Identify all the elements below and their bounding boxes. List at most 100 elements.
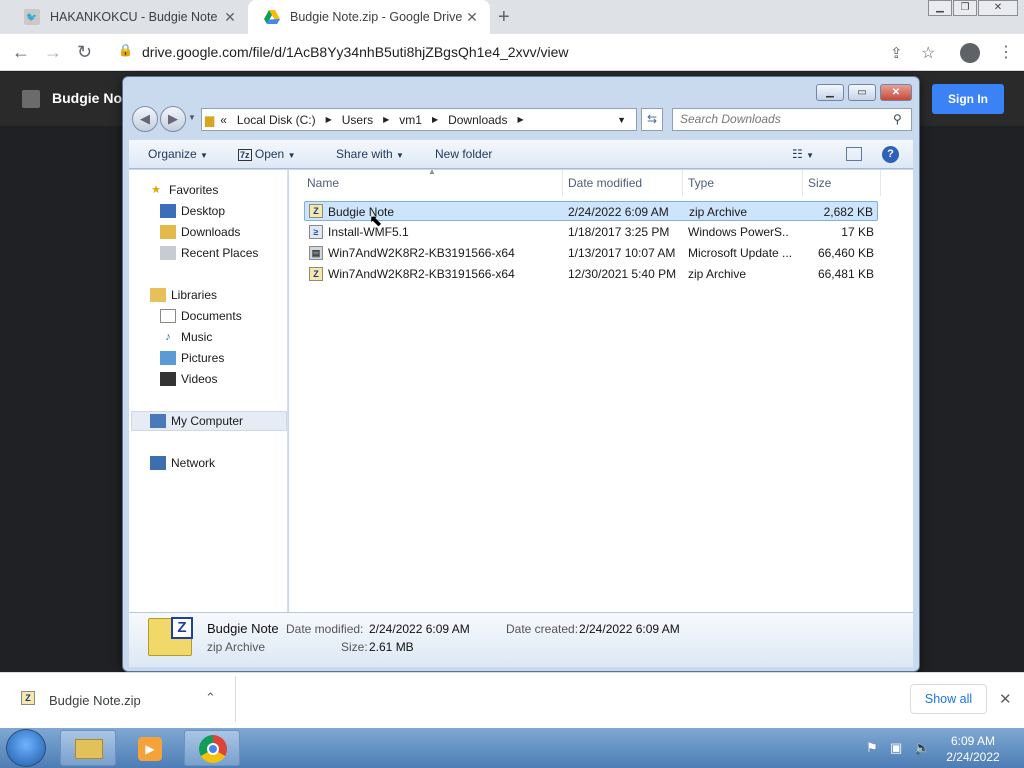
tab-google-drive[interactable]: Budgie Note.zip - Google Drive ✕ (248, 0, 490, 34)
nav-label: Downloads (181, 225, 241, 239)
address-bar[interactable]: drive.google.com/file/d/1AcB8Yy34nhB5uti… (142, 44, 568, 60)
dialog-close-button[interactable]: ✕ (880, 84, 912, 101)
breadcrumb-vm1[interactable]: vm1 (399, 113, 422, 127)
organize-button[interactable]: Organize ▼ (148, 147, 208, 161)
breadcrumb-downloads[interactable]: Downloads (448, 113, 507, 127)
7zip-icon: 7z (238, 149, 252, 161)
lock-icon[interactable]: 🔒 (118, 43, 133, 57)
clock-date: 2/24/2022 (946, 750, 1000, 764)
taskbar-clock[interactable]: 6:09 AM 2/24/2022 (938, 733, 1008, 765)
tab-hakankokcu[interactable]: 🐦 HAKANKOKCU - Budgie Note ✕ (8, 0, 248, 34)
overflow-chevron-icon[interactable]: « (220, 113, 227, 127)
taskbar-explorer[interactable] (60, 730, 116, 766)
column-divider[interactable] (802, 170, 803, 196)
breadcrumb-arrow-icon[interactable]: ▶ (517, 115, 523, 124)
minimize-window-button[interactable]: ▁ (928, 0, 952, 16)
videos-icon (160, 372, 176, 386)
google-drive-icon (264, 9, 280, 25)
nav-favorites[interactable]: ★ Favorites (148, 180, 307, 200)
file-date: 12/30/2021 5:40 PM (568, 267, 677, 281)
dialog-minimize-button[interactable]: ▁ (816, 84, 844, 101)
file-row[interactable]: Z Budgie Note 2/24/2022 6:09 AM zip Arch… (304, 201, 878, 221)
file-type: zip Archive (688, 267, 747, 281)
file-row[interactable]: Z Win7AndW2K8R2-KB3191566-x64 12/30/2021… (304, 264, 878, 284)
forward-arrow-icon[interactable]: ▶ (160, 106, 186, 132)
column-header-date-modified[interactable]: Date modified (568, 176, 642, 190)
file-row[interactable]: ▤ Win7AndW2K8R2-KB3191566-x64 1/13/2017 … (304, 243, 878, 263)
music-icon: ♪ (165, 331, 171, 343)
breadcrumb-arrow-icon[interactable]: ▶ (383, 115, 389, 124)
chevron-up-icon[interactable]: ⌃ (205, 690, 216, 706)
zip-file-icon: Z (21, 691, 35, 705)
tab-title: HAKANKOKCU - Budgie Note (50, 10, 218, 24)
nav-label: My Computer (171, 414, 244, 428)
reload-icon[interactable]: ↻ (77, 42, 92, 63)
back-icon[interactable]: ← (12, 42, 30, 63)
column-header-size[interactable]: Size (808, 176, 831, 190)
breadcrumb-arrow-icon[interactable]: ▶ (326, 115, 332, 124)
open-button[interactable]: 7z Open ▼ (238, 147, 295, 161)
search-icon[interactable]: ⚲ (893, 112, 902, 126)
column-header-type[interactable]: Type (688, 176, 714, 190)
column-divider[interactable] (682, 170, 683, 196)
address-dropdown-icon[interactable]: ▼ (617, 115, 626, 125)
sign-in-button[interactable]: Sign In (932, 84, 1004, 114)
taskbar-media-player[interactable]: ▶ (122, 730, 178, 766)
dropdown-arrow-icon: ▼ (396, 151, 404, 160)
nav-libraries[interactable]: Libraries (150, 285, 309, 305)
forward-icon[interactable]: → (44, 42, 62, 63)
restore-window-button[interactable]: ❐ (953, 0, 977, 16)
nav-my-computer[interactable]: My Computer (131, 411, 287, 431)
share-with-button[interactable]: Share with ▼ (336, 147, 404, 161)
preview-pane-icon[interactable] (846, 147, 862, 161)
recent-pages-chevron-icon[interactable]: ▼ (188, 113, 196, 122)
bookmark-star-icon[interactable]: ☆ (921, 43, 935, 63)
profile-avatar-icon[interactable] (960, 43, 980, 63)
breadcrumb-arrow-icon[interactable]: ▶ (432, 115, 438, 124)
details-size-label: Size: (341, 640, 368, 654)
column-header-name[interactable]: Name (307, 176, 339, 190)
network-tray-icon[interactable]: ▣ (890, 740, 902, 756)
new-tab-button[interactable]: + (498, 6, 510, 29)
file-size: 2,682 KB (823, 205, 873, 219)
network-icon (150, 456, 166, 470)
view-options-icon[interactable]: ☷ ▼ (792, 147, 814, 161)
nav-label: Libraries (171, 288, 218, 302)
search-input[interactable]: Search Downloads (672, 108, 912, 131)
details-date-modified-label: Date modified: (286, 622, 364, 636)
nav-network[interactable]: Network (150, 453, 309, 473)
back-arrow-icon[interactable]: ◀ (132, 106, 158, 132)
dropdown-arrow-icon: ▼ (287, 151, 296, 160)
breadcrumb[interactable]: ▆ « Local Disk (C:) ▶ Users ▶ vm1 ▶ Down… (201, 108, 637, 131)
share-icon[interactable]: ⇪ (890, 44, 903, 62)
start-button-windows-icon[interactable] (6, 729, 46, 767)
details-file-type: zip Archive (207, 640, 266, 654)
taskbar-chrome[interactable] (184, 730, 240, 766)
tab-title: Budgie Note.zip - Google Drive (290, 10, 463, 24)
breadcrumb-users[interactable]: Users (342, 113, 373, 127)
download-file-name[interactable]: Budgie Note.zip (49, 693, 141, 708)
show-all-button[interactable]: Show all (910, 684, 987, 714)
update-package-icon: ▤ (309, 246, 323, 260)
volume-icon[interactable]: 🔈 (914, 740, 930, 756)
close-tab-icon[interactable]: ✕ (222, 9, 238, 25)
new-folder-button[interactable]: New folder (435, 147, 492, 161)
menu-dots-icon[interactable]: ⋮ (998, 42, 1014, 62)
close-tab-icon[interactable]: ✕ (464, 9, 480, 25)
breadcrumb-local-disk[interactable]: Local Disk (C:) (237, 113, 316, 127)
column-divider[interactable] (562, 170, 563, 196)
media-player-icon: ▶ (138, 737, 162, 761)
close-shelf-icon[interactable]: ✕ (999, 690, 1012, 708)
file-row[interactable]: ≥ Install-WMF5.1 1/18/2017 3:25 PM Windo… (304, 222, 878, 242)
dialog-maximize-button[interactable]: ▭ (848, 84, 876, 101)
computer-icon (150, 414, 166, 428)
help-icon[interactable]: ? (882, 146, 899, 163)
action-center-flag-icon[interactable]: ⚑ (866, 740, 878, 756)
folder-icon (75, 739, 103, 759)
column-divider[interactable] (880, 170, 881, 196)
tab-favicon-icon: 🐦 (24, 9, 40, 25)
refresh-icon[interactable]: ⇆ (641, 108, 663, 131)
sort-arrow-icon: ▲ (428, 167, 436, 176)
close-window-button[interactable]: ✕ (978, 0, 1018, 16)
file-name: Budgie Note (328, 205, 395, 219)
